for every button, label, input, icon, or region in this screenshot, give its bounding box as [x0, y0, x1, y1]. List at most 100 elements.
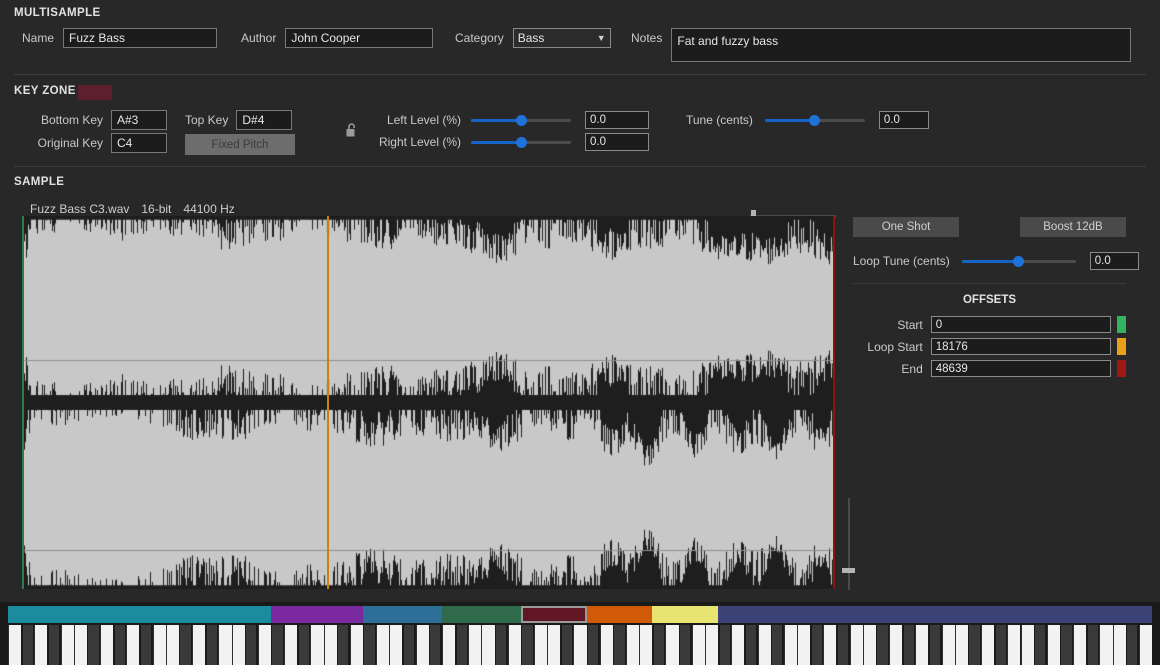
top-key-input[interactable]: D#4: [236, 110, 293, 130]
piano-key-white[interactable]: [284, 625, 298, 665]
padlock-open-icon[interactable]: [345, 122, 359, 139]
piano-key-white[interactable]: [665, 625, 679, 665]
piano-key-white[interactable]: [941, 625, 955, 665]
piano-key-black[interactable]: [995, 625, 1006, 665]
piano-key-white[interactable]: [889, 625, 903, 665]
piano-key-white[interactable]: [796, 625, 811, 665]
piano-key-black[interactable]: [206, 625, 217, 665]
piano-key-white[interactable]: [573, 625, 587, 665]
piano-key-white[interactable]: [599, 625, 613, 665]
piano-key-white[interactable]: [731, 625, 745, 665]
piano-key-white[interactable]: [691, 625, 705, 665]
piano-key-white[interactable]: [1099, 625, 1113, 665]
piano-key-black[interactable]: [48, 625, 60, 665]
piano-key-black[interactable]: [88, 625, 99, 665]
key-zone-strip[interactable]: [8, 606, 1152, 623]
loop-tune-value[interactable]: 0.0: [1089, 252, 1139, 270]
name-input[interactable]: Fuzz Bass: [63, 28, 218, 48]
piano-key-black[interactable]: [140, 625, 152, 665]
piano-key-white[interactable]: [376, 625, 390, 665]
piano-key-white[interactable]: [862, 625, 876, 665]
piano-key-black[interactable]: [614, 625, 625, 665]
piano-key-black[interactable]: [719, 625, 730, 665]
piano-key-white[interactable]: [218, 625, 232, 665]
piano-key-white[interactable]: [1138, 625, 1152, 665]
piano-key-white[interactable]: [441, 625, 456, 665]
right-level-value[interactable]: 0.0: [585, 133, 649, 151]
piano-key-white[interactable]: [507, 625, 521, 665]
piano-key-white[interactable]: [533, 625, 548, 665]
piano-key-white[interactable]: [639, 625, 653, 665]
marker-start[interactable]: [22, 216, 24, 589]
piano-key-white[interactable]: [231, 625, 245, 665]
piano-key-white[interactable]: [915, 625, 929, 665]
piano-key-white[interactable]: [981, 625, 995, 665]
piano-key-black[interactable]: [272, 625, 283, 665]
key-zone-band[interactable]: [520, 606, 587, 623]
piano-key-black[interactable]: [338, 625, 349, 665]
marker-end[interactable]: [833, 216, 835, 589]
piano-key-white[interactable]: [389, 625, 403, 665]
piano-key-white[interactable]: [152, 625, 166, 665]
right-level-slider[interactable]: [471, 135, 571, 149]
key-zone-band[interactable]: [363, 606, 442, 623]
piano-key-white[interactable]: [849, 625, 863, 665]
left-level-slider[interactable]: [471, 113, 571, 127]
offset-input[interactable]: 0: [930, 316, 1112, 333]
original-key-input[interactable]: C4: [111, 133, 167, 153]
piano-key-white[interactable]: [165, 625, 179, 665]
piano-key-black[interactable]: [403, 625, 415, 665]
piano-key-black[interactable]: [1061, 625, 1072, 665]
tune-value[interactable]: 0.0: [878, 111, 929, 129]
piano-key-black[interactable]: [772, 625, 783, 665]
piano-key-black[interactable]: [180, 625, 191, 665]
piano-key-white[interactable]: [349, 625, 364, 665]
piano-key-white[interactable]: [1007, 625, 1021, 665]
marker-loop-start[interactable]: [327, 216, 329, 589]
key-zone-band[interactable]: [586, 606, 653, 623]
piano-key-black[interactable]: [969, 625, 980, 665]
piano-key-black[interactable]: [522, 625, 533, 665]
piano-key-black[interactable]: [1127, 625, 1138, 665]
piano-key-white[interactable]: [34, 625, 48, 665]
piano-key-black[interactable]: [811, 625, 822, 665]
piano-key-white[interactable]: [757, 625, 771, 665]
piano-key-black[interactable]: [837, 625, 849, 665]
key-zone-band[interactable]: [270, 606, 364, 623]
key-zone-color-swatch[interactable]: [78, 85, 112, 100]
waveform-vertical-scrollbar[interactable]: [842, 498, 855, 590]
piano-key-black[interactable]: [588, 625, 599, 665]
piano-key-white[interactable]: [126, 625, 140, 665]
waveform-display[interactable]: [22, 216, 835, 589]
piano-key-black[interactable]: [680, 625, 691, 665]
left-level-value[interactable]: 0.0: [585, 111, 649, 129]
offset-input[interactable]: 18176: [930, 338, 1112, 355]
piano-key-black[interactable]: [903, 625, 914, 665]
piano-key-black[interactable]: [246, 625, 257, 665]
piano-key-black[interactable]: [653, 625, 665, 665]
piano-key-white[interactable]: [73, 625, 87, 665]
piano-key-black[interactable]: [114, 625, 125, 665]
piano-key-white[interactable]: [468, 625, 482, 665]
piano-key-white[interactable]: [8, 625, 22, 665]
key-zone-band[interactable]: [441, 606, 521, 623]
piano-key-black[interactable]: [298, 625, 309, 665]
notes-input[interactable]: Fat and fuzzy bass: [671, 28, 1132, 62]
piano-key-black[interactable]: [561, 625, 572, 665]
one-shot-button[interactable]: One Shot: [853, 217, 959, 237]
piano-key-black[interactable]: [1087, 625, 1098, 665]
key-zone-band[interactable]: [8, 606, 271, 623]
piano-key-black[interactable]: [456, 625, 467, 665]
piano-key-white[interactable]: [704, 625, 719, 665]
piano-key-white[interactable]: [783, 625, 797, 665]
piano-key-white[interactable]: [60, 625, 74, 665]
piano-key-black[interactable]: [364, 625, 375, 665]
piano-key-white[interactable]: [257, 625, 271, 665]
boost-12db-button[interactable]: Boost 12dB: [1020, 217, 1126, 237]
piano-key-black[interactable]: [929, 625, 941, 665]
tune-slider[interactable]: [764, 113, 865, 127]
category-select[interactable]: Bass ▼: [512, 28, 611, 48]
keyboard-panel[interactable]: [0, 602, 1160, 665]
piano-key-white[interactable]: [1020, 625, 1034, 665]
fixed-pitch-button[interactable]: Fixed Pitch: [185, 134, 295, 155]
